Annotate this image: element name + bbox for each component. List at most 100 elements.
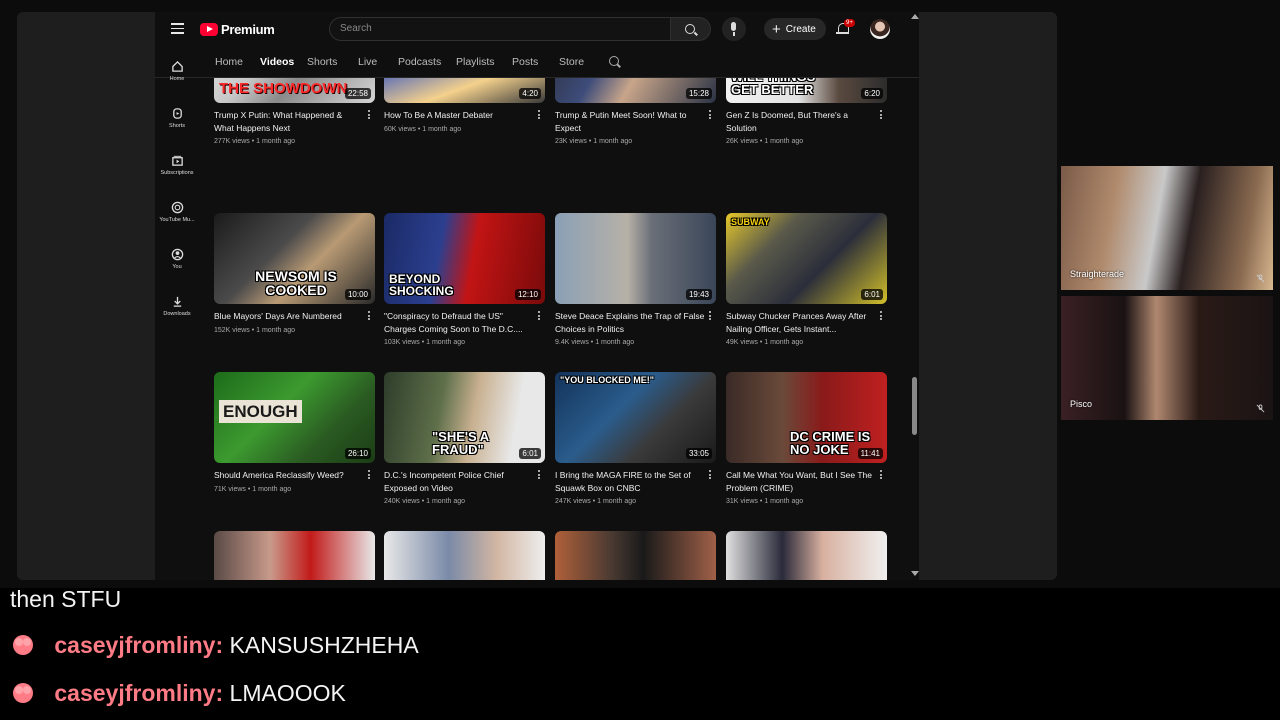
video-stats: 103K views • 1 month ago	[384, 339, 466, 346]
more-actions-icon[interactable]	[366, 311, 372, 323]
more-actions-icon[interactable]	[707, 470, 713, 482]
logo-text: Premium	[221, 22, 275, 37]
video-thumbnail[interactable]: 4:20	[384, 78, 545, 103]
shorts-icon	[172, 108, 182, 119]
video-title[interactable]: I Bring the MAGA FIRE to the Set of Squa…	[555, 469, 705, 494]
video-thumbnail[interactable]: "YOU BLOCKED ME!" 33:05	[555, 372, 716, 463]
video-title[interactable]: Should America Reclassify Weed?	[214, 469, 364, 482]
scrollbar-thumb[interactable]	[912, 377, 917, 435]
tab-live[interactable]: Live	[358, 56, 377, 68]
video-thumbnail[interactable]: THE SHOWDOWN 22:58	[214, 78, 375, 103]
more-actions-icon[interactable]	[366, 470, 372, 482]
video-title[interactable]: Trump & Putin Meet Soon! What to Expect	[555, 109, 705, 134]
webcam-name: Straighterade	[1070, 269, 1125, 279]
video-title[interactable]: Blue Mayors' Days Are Numbered	[214, 310, 364, 323]
video-thumbnail[interactable]: ENOUGH 26:10	[214, 372, 375, 463]
account-avatar[interactable]	[870, 19, 890, 39]
tab-videos[interactable]: Videos	[260, 56, 294, 68]
tab-store[interactable]: Store	[559, 56, 584, 68]
more-actions-icon[interactable]	[366, 110, 372, 122]
video-stats: 240K views • 1 month ago	[384, 498, 466, 505]
video-thumbnail[interactable]: SUBWAY 6:01	[726, 213, 887, 304]
chat-message: caseyjfromliny: LMAOOOK	[10, 680, 346, 707]
video-stats: 247K views • 1 month ago	[555, 498, 637, 505]
video-thumbnail[interactable]: 15:28	[555, 78, 716, 103]
video-thumbnail[interactable]	[726, 531, 887, 580]
search-icon	[685, 24, 695, 34]
video-thumbnail[interactable]	[384, 531, 545, 580]
more-actions-icon[interactable]	[536, 311, 542, 323]
youtube-music-icon	[171, 201, 183, 214]
chat-message: then STFU	[10, 586, 121, 613]
youtube-premium-logo[interactable]: Premium	[200, 22, 275, 37]
guide-item-youtube-music[interactable]: YouTube Mu...	[155, 201, 199, 223]
video-thumbnail[interactable]: NEWSOM IS COOKED 10:00	[214, 213, 375, 304]
video-meta: Subway Chucker Prances Away After Nailin…	[726, 310, 876, 346]
more-actions-icon[interactable]	[707, 311, 713, 323]
video-title[interactable]: "Conspiracy to Defraud the US" Charges C…	[384, 310, 534, 335]
create-button[interactable]: + Create	[764, 18, 826, 40]
video-meta: Gen Z Is Doomed, But There's a Solution …	[726, 109, 876, 145]
search-input[interactable]	[340, 23, 660, 34]
guide-item-home[interactable]: Home	[155, 60, 199, 82]
video-title[interactable]: Trump X Putin: What Happened & What Happ…	[214, 109, 364, 134]
browser-margin-left	[17, 12, 155, 580]
search-button[interactable]	[671, 17, 711, 41]
video-title[interactable]: D.C.'s Incompetent Police Chief Exposed …	[384, 469, 534, 494]
video-thumbnail[interactable]: BEYOND SHOCKING 12:10	[384, 213, 545, 304]
video-thumbnail[interactable]	[555, 531, 716, 580]
duration-badge: 26:10	[344, 448, 371, 459]
video-thumbnail[interactable]: WILL THINGS GET BETTER 6:20	[726, 78, 887, 103]
voice-search-button[interactable]	[722, 17, 746, 41]
guide-item-you[interactable]: You	[155, 248, 199, 270]
notification-badge: 9+	[844, 19, 855, 27]
tab-podcasts[interactable]: Podcasts	[398, 56, 441, 68]
duration-badge: 22:58	[344, 88, 371, 99]
tab-shorts[interactable]: Shorts	[307, 56, 337, 68]
chat-avatar-icon	[13, 682, 33, 703]
video-title[interactable]: Call Me What You Want, But I See The Pro…	[726, 469, 876, 494]
more-actions-icon[interactable]	[878, 311, 884, 323]
more-actions-icon[interactable]	[536, 470, 542, 482]
video-thumbnail[interactable]: "SHE'S A FRAUD" 6:01	[384, 372, 545, 463]
video-thumbnail[interactable]	[214, 531, 375, 580]
scroll-up-icon[interactable]	[911, 14, 919, 19]
channel-tabs: Home Videos Shorts Live Podcasts Playlis…	[155, 52, 919, 78]
video-title[interactable]: Subway Chucker Prances Away After Nailin…	[726, 310, 876, 335]
thumbnail-text: WILL THINGS GET BETTER	[731, 78, 815, 97]
video-title[interactable]: Gen Z Is Doomed, But There's a Solution	[726, 109, 876, 134]
video-stats: 26K views • 1 month ago	[726, 138, 804, 145]
stream-stage: Premium + Create 9+ Home Videos Shorts L…	[0, 0, 1280, 588]
video-title[interactable]: Steve Deace Explains the Trap of False C…	[555, 310, 705, 335]
browser-margin-right	[919, 12, 1057, 580]
video-thumbnail[interactable]: DC CRIME IS NO JOKE 11:41	[726, 372, 887, 463]
video-stats: 71K views • 1 month ago	[214, 485, 292, 493]
menu-icon[interactable]	[171, 23, 184, 34]
duration-badge: 15:28	[685, 88, 712, 99]
channel-search-icon[interactable]	[609, 56, 619, 66]
duration-badge: 19:43	[685, 289, 712, 300]
video-stats: 152K views • 1 month ago	[214, 326, 296, 334]
more-actions-icon[interactable]	[878, 110, 884, 122]
chat-username: caseyjfromliny:	[54, 680, 224, 706]
tab-posts[interactable]: Posts	[512, 56, 538, 68]
more-actions-icon[interactable]	[707, 110, 713, 122]
guide-item-downloads[interactable]: Downloads	[155, 295, 199, 317]
scrollbar[interactable]	[911, 12, 919, 580]
webcam-feed: Pisco	[1061, 296, 1273, 420]
scroll-down-icon[interactable]	[911, 571, 919, 576]
tab-playlists[interactable]: Playlists	[456, 56, 495, 68]
tab-home[interactable]: Home	[215, 56, 243, 68]
masthead: Premium + Create 9+	[155, 12, 919, 46]
video-meta: Trump & Putin Meet Soon! What to Expect …	[555, 109, 705, 145]
duration-badge: 11:41	[857, 448, 883, 459]
video-meta: I Bring the MAGA FIRE to the Set of Squa…	[555, 469, 705, 505]
more-actions-icon[interactable]	[878, 470, 884, 482]
more-actions-icon[interactable]	[536, 110, 542, 122]
thumbnail-text: "SHE'S A FRAUD"	[432, 429, 489, 457]
muted-mic-icon	[1256, 404, 1265, 413]
guide-item-subscriptions[interactable]: Subscriptions	[155, 154, 199, 176]
video-title[interactable]: How To Be A Master Debater	[384, 109, 534, 122]
guide-item-shorts[interactable]: Shorts	[155, 107, 199, 129]
video-thumbnail[interactable]: 19:43	[555, 213, 716, 304]
